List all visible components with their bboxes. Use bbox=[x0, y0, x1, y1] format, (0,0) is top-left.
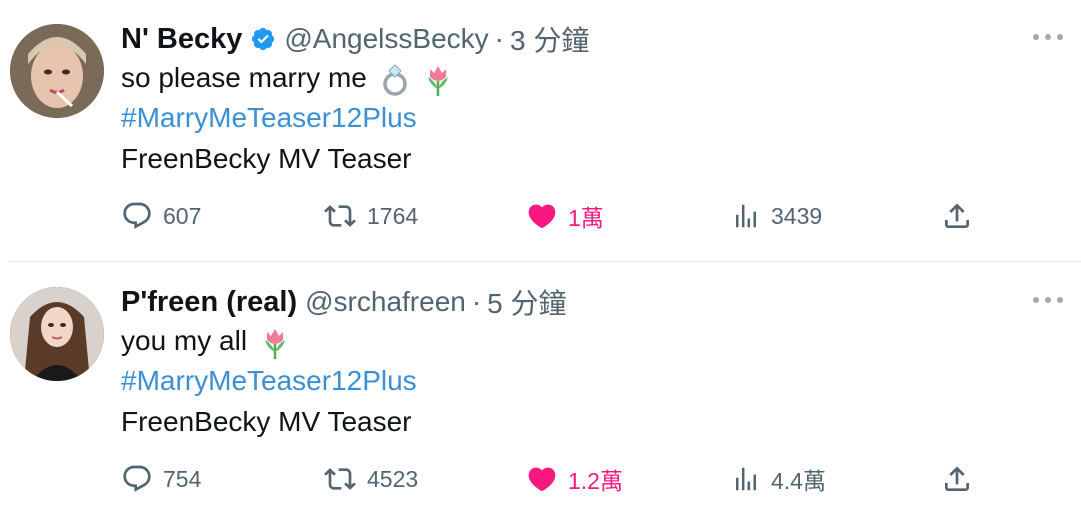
share-button[interactable] bbox=[941, 461, 983, 497]
tweet-body: FreenBecky MV Teaser bbox=[121, 143, 412, 174]
tweet-actions: 754 4523 1.2萬 4.4萬 bbox=[121, 461, 981, 497]
reply-count: 607 bbox=[163, 202, 202, 229]
tweet-header: P'freen (real) @srchafreen · 5 分鐘 bbox=[121, 283, 567, 321]
share-icon bbox=[945, 466, 969, 491]
timestamp[interactable]: 3 分鐘 bbox=[510, 19, 589, 59]
retweet-button[interactable]: 1764 bbox=[323, 198, 418, 234]
like-button[interactable]: 1.2萬 bbox=[526, 461, 623, 497]
analytics-icon bbox=[736, 467, 756, 491]
like-count: 1.2萬 bbox=[568, 468, 623, 494]
retweet-count: 1764 bbox=[367, 202, 419, 229]
display-name[interactable]: N' Becky bbox=[121, 23, 242, 56]
like-button[interactable]: 1萬 bbox=[526, 198, 604, 234]
verified-badge-icon bbox=[252, 27, 275, 51]
reply-button[interactable]: 607 bbox=[121, 198, 201, 234]
separator: · bbox=[471, 286, 482, 317]
tweet[interactable]: N' Becky @AngelssBecky · 3 分鐘 so please … bbox=[0, 0, 1081, 262]
tweet-body: FreenBecky MV Teaser bbox=[121, 406, 412, 437]
retweet-button[interactable]: 4523 bbox=[323, 461, 418, 497]
heart-filled-icon bbox=[528, 204, 556, 229]
views-button[interactable]: 4.4萬 bbox=[731, 461, 826, 497]
timestamp[interactable]: 5 分鐘 bbox=[487, 282, 566, 322]
separator: · bbox=[494, 23, 504, 54]
avatar[interactable] bbox=[10, 287, 104, 381]
tulip-icon bbox=[264, 328, 285, 359]
user-handle[interactable]: @srchafreen bbox=[305, 286, 466, 318]
heart-filled-icon bbox=[528, 467, 556, 492]
more-options-icon[interactable] bbox=[1033, 295, 1063, 305]
analytics-icon bbox=[736, 204, 756, 228]
more-options-icon[interactable] bbox=[1033, 32, 1063, 42]
avatar[interactable] bbox=[10, 24, 104, 118]
views-button[interactable]: 3439 bbox=[731, 198, 822, 234]
tweet-text-content: you my all bbox=[121, 325, 248, 356]
tulip-icon bbox=[428, 65, 449, 96]
retweet-icon bbox=[324, 205, 356, 227]
tweet-header: N' Becky @AngelssBecky · 3 分鐘 bbox=[121, 20, 589, 58]
hashtag-link[interactable]: #MarryMeTeaser12Plus bbox=[121, 365, 417, 397]
share-button[interactable] bbox=[941, 198, 983, 234]
retweet-count: 4523 bbox=[367, 465, 419, 492]
display-name[interactable]: P'freen (real) bbox=[121, 286, 297, 319]
tweet-text: you my all bbox=[121, 325, 291, 360]
hashtag-link[interactable]: #MarryMeTeaser12Plus bbox=[121, 102, 417, 134]
like-count: 1萬 bbox=[568, 205, 604, 231]
tweet-text: so please marry me bbox=[121, 62, 454, 97]
reply-icon bbox=[123, 202, 151, 229]
tweet-text-content: so please marry me bbox=[121, 62, 367, 93]
ring-icon bbox=[382, 63, 407, 96]
share-icon bbox=[945, 203, 969, 228]
divider bbox=[10, 261, 1081, 262]
user-handle[interactable]: @AngelssBecky bbox=[284, 23, 488, 55]
view-count: 4.4萬 bbox=[771, 468, 826, 494]
reply-count: 754 bbox=[163, 465, 202, 492]
reply-icon bbox=[123, 465, 151, 492]
view-count: 3439 bbox=[771, 202, 823, 229]
retweet-icon bbox=[324, 468, 356, 490]
tweet[interactable]: P'freen (real) @srchafreen · 5 分鐘 you my… bbox=[0, 263, 1081, 521]
tweet-actions: 607 1764 1萬 3439 bbox=[121, 198, 981, 234]
reply-button[interactable]: 754 bbox=[121, 461, 201, 497]
